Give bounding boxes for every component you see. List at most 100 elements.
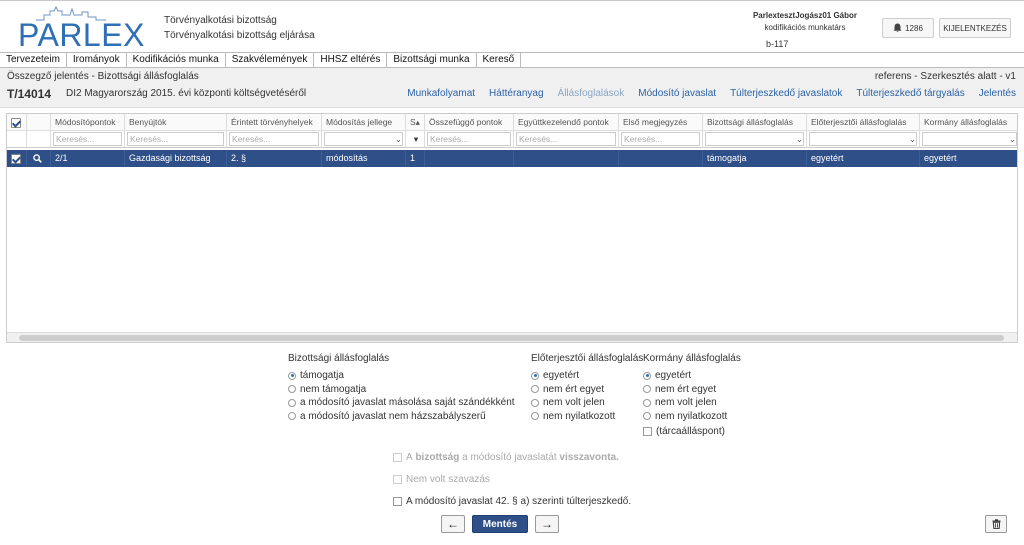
filter-modositopontok-input[interactable]: Keresés... [53,132,122,146]
submitter-position-title: Előterjesztői állásfoglalás [531,353,644,364]
header-kormany-allasfoglalas[interactable]: Kormány állásfoglalás [920,114,1017,130]
government-radio-nem-volt-jelen[interactable]: nem volt jelen [643,396,741,410]
submitter-radio-nem-volt-jelen[interactable]: nem volt jelen [531,396,643,410]
header-egyuttkezelendo-pontok[interactable]: Együttkezelendő pontok [514,114,619,130]
document-header: Összegző jelentés - Bizottsági állásfogl… [0,68,1024,108]
filter-eloterjesztoi-select[interactable]: ⌄ [809,132,917,146]
menu-item-tervezeteim[interactable]: Tervezeteim [0,53,67,67]
filter-benyujtok-input[interactable]: Keresés... [127,132,224,146]
submitter-radio-nem-nyilatkozott[interactable]: nem nyilatkozott [531,410,643,424]
user-role: kodifikációs munkatárs [764,23,846,32]
parlex-logo[interactable]: PARLEX [6,5,146,51]
withdrawn-checkbox[interactable]: A bizottság a módosító javaslatát vissza… [393,448,631,466]
row-search-button[interactable] [27,150,51,167]
delete-button[interactable] [985,515,1007,533]
main-menu: Tervezeteim Irományok Kodifikációs munka… [0,52,1024,68]
tab-hatteranyag[interactable]: Háttéranyag [489,88,543,99]
table-row[interactable]: 2/1 Gazdasági bizottság 2. § módosítás 1… [7,150,1017,167]
menu-item-bizottsagi-munka[interactable]: Bizottsági munka [387,53,477,67]
menu-item-iromanyok[interactable]: Irományok [67,53,127,67]
select-all-checkbox[interactable] [7,114,27,130]
filter-modositas-jellege-select[interactable]: ⌄ [324,132,403,146]
committee-radio-tamogatja[interactable]: támogatja [288,369,515,383]
submitter-radio-nem-ert-egyet[interactable]: nem ért egyet [531,383,643,397]
chevron-down-icon: ⌄ [908,134,916,144]
government-radio-egyetert[interactable]: egyetért [643,369,741,383]
filter-bizottsagi-select[interactable]: ⌄ [705,132,804,146]
logo-text: PARLEX [18,17,145,53]
cell-elso-megjegyzes [619,150,703,167]
arrow-left-icon: ← [447,517,459,531]
header-action [27,114,51,130]
filter-egyuttkezelendo-input[interactable]: Keresés... [516,132,616,146]
previous-button[interactable]: ← [441,515,465,533]
header-benyujtok[interactable]: Benyújtók [125,114,227,130]
chevron-down-icon: ⌄ [1008,134,1016,144]
filter-osszefuggo-input[interactable]: Keresés... [427,132,511,146]
org-procedure: Törvényalkotási bizottság eljárása [164,30,315,41]
case-code: b-117 [766,39,789,49]
header-modositas-jellege[interactable]: Módosítás jellege [322,114,406,130]
save-button[interactable]: Mentés [472,515,528,533]
user-info: ParlextesztJogász01 Gábor kodifikációs m… [740,10,870,34]
scrollbar-thumb[interactable] [19,335,1004,341]
filter-empty [27,131,51,147]
filter-elso-megjegyzes-input[interactable]: Keresés... [621,132,700,146]
menu-item-hhsz-elteres[interactable]: HHSZ eltérés [314,53,388,67]
committee-radio-masolas[interactable]: a módosító javaslat másolása saját szánd… [288,396,515,410]
filter-s-select[interactable]: ▾ [408,132,422,146]
government-radio-nem-ert-egyet[interactable]: nem ért egyet [643,383,741,397]
row-checkbox[interactable] [7,150,27,167]
cell-torvenyhely: 2. § [227,150,322,167]
cell-s: 1 [406,150,425,167]
cell-egyuttkezelendo [514,150,619,167]
tab-allasfoglalasok[interactable]: Állásfoglalások [558,88,625,99]
cell-osszefuggo [425,150,514,167]
caret-down-icon: ▾ [413,134,419,144]
committee-position-title: Bizottsági állásfoglalás [288,353,390,364]
submitter-radio-egyetert[interactable]: egyetért [531,369,643,383]
search-icon [33,154,42,163]
header-s[interactable]: S▴ [406,114,425,130]
header-osszefuggo-pontok[interactable]: Összefüggő pontok [425,114,514,130]
next-button[interactable]: → [535,515,559,533]
menu-item-kereso[interactable]: Kereső [477,53,522,67]
filter-kormany-select[interactable]: ⌄ [922,132,1017,146]
document-id: T/14014 [7,87,52,101]
bell-icon [893,23,902,33]
cell-modositopont: 2/1 [51,150,125,167]
menu-item-szakvelemenyek[interactable]: Szakvélemények [226,53,315,67]
header-elso-megjegyzes[interactable]: Első megjegyzés [619,114,703,130]
document-title: DI2 Magyarország 2015. évi központi költ… [66,88,307,99]
header-eloterjesztoi-allasfoglalas[interactable]: Előterjesztői állásfoglalás [807,114,920,130]
tab-tulterjeszkedo-javaslatok[interactable]: Túlterjeszkedő javaslatok [730,88,842,99]
document-tabs: Munkafolyamat Háttéranyag Állásfoglaláso… [393,88,1016,99]
no-vote-checkbox[interactable]: Nem volt szavazás [393,470,631,488]
filter-torvenyhelyek-input[interactable]: Keresés... [229,132,319,146]
tab-jelentes[interactable]: Jelentés [979,88,1016,99]
government-radio-nem-nyilatkozott[interactable]: nem nyilatkozott [643,410,741,424]
overreach-checkbox[interactable]: A módosító javaslat 42. § a) szerinti tú… [393,492,631,510]
notification-count: 1286 [905,23,923,33]
cell-eloterjesztoi: egyetért [807,150,920,167]
menu-item-kodifikacios-munka[interactable]: Kodifikációs munka [127,53,226,67]
committee-radio-nem-tamogatja[interactable]: nem támogatja [288,383,515,397]
logout-button[interactable]: KIJELENTKEZÉS [939,18,1011,38]
cell-bizottsagi: támogatja [703,150,807,167]
tab-munkafolyamat[interactable]: Munkafolyamat [407,88,475,99]
horizontal-scrollbar[interactable] [7,332,1017,342]
sort-asc-icon: ▴ [415,117,420,127]
committee-radio-nem-hazszabalyszeru[interactable]: a módosító javaslat nem házszabályszerű [288,410,515,424]
document-status: referens - Szerkesztés alatt - v1 [874,71,1016,82]
header-modositopontok[interactable]: Módosítópontok [51,114,125,130]
arrow-right-icon: → [541,517,553,531]
tarcaallaspont-checkbox[interactable]: (tárcaálláspont) [643,424,741,438]
notification-button[interactable]: 1286 [882,18,934,38]
trash-icon [992,519,1000,529]
header-erintett-torvenyhelyek[interactable]: Érintett törvényhelyek [227,114,322,130]
tab-tulterjeszkedo-targyalas[interactable]: Túlterjeszkedő tárgyalás [856,88,964,99]
header-bizottsagi-allasfoglalas[interactable]: Bizottsági állásfoglalás [703,114,807,130]
tab-modosito-javaslat[interactable]: Módosító javaslat [638,88,716,99]
amendments-grid: Módosítópontok Benyújtók Érintett törvén… [6,113,1018,343]
cell-kormany: egyetért [924,153,957,163]
